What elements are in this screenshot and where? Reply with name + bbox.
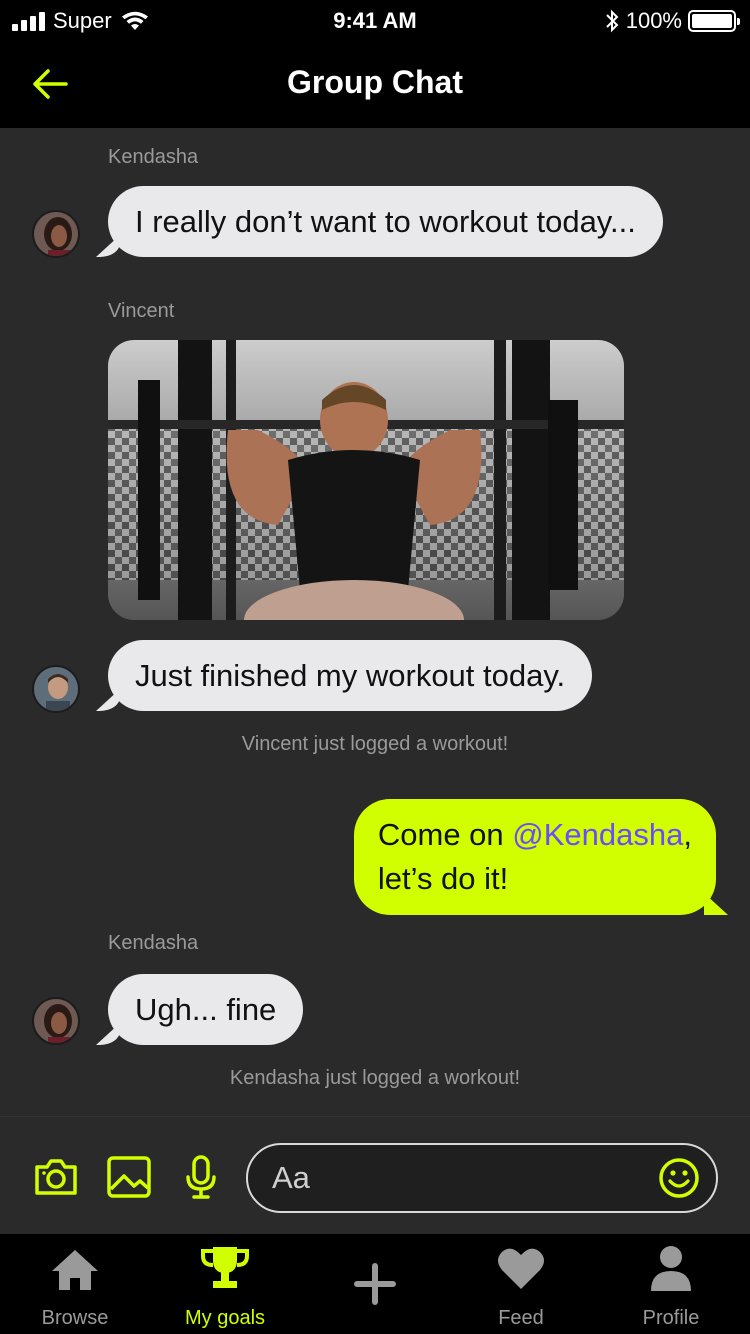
bluetooth-icon — [606, 9, 619, 33]
plus-icon — [354, 1263, 396, 1305]
back-arrow-icon[interactable] — [28, 62, 72, 106]
message-input-container — [246, 1143, 718, 1213]
message-bubble[interactable]: I really don’t want to workout today... — [108, 186, 663, 257]
message-text: , — [683, 817, 692, 852]
sender-name: Kendasha — [108, 146, 199, 168]
message-bubble[interactable]: Just finished my workout today. — [108, 640, 593, 711]
tab-my-goals[interactable]: My goals — [150, 1234, 300, 1334]
sender-name: Vincent — [108, 300, 175, 322]
tab-profile[interactable]: Profile — [596, 1234, 746, 1334]
message-text: let’s do it! — [377, 861, 509, 897]
message-text: Ugh... fine — [135, 991, 277, 1027]
emoji-icon[interactable] — [658, 1157, 700, 1199]
avatar-kendasha[interactable] — [32, 997, 80, 1045]
tab-label: My goals — [184, 1307, 266, 1329]
battery-icon — [688, 10, 740, 32]
message-input[interactable] — [272, 1153, 652, 1203]
sender-name: Kendasha — [108, 932, 199, 954]
message-composer — [0, 1116, 750, 1234]
home-icon — [52, 1250, 98, 1290]
tab-feed[interactable]: Feed — [446, 1234, 596, 1334]
mention-link[interactable]: @Kendasha — [512, 817, 683, 852]
avatar-vincent[interactable] — [32, 665, 80, 713]
outgoing-message-bubble[interactable]: Come on @Kendasha, let’s do it! — [353, 799, 716, 916]
microphone-icon[interactable] — [178, 1155, 224, 1199]
camera-icon[interactable] — [33, 1155, 79, 1199]
page-title: Group Chat — [287, 64, 463, 100]
battery-percent: 100% — [625, 8, 682, 33]
message-text: I really don’t want to workout today... — [135, 203, 636, 239]
system-notification: Vincent just logged a workout! — [241, 733, 509, 755]
message-bubble[interactable]: Ugh... fine — [108, 974, 304, 1045]
avatar-kendasha[interactable] — [32, 210, 80, 258]
workout-photo-image — [108, 340, 624, 620]
person-icon — [651, 1246, 691, 1291]
system-notification: Kendasha just logged a workout! — [229, 1067, 521, 1089]
tab-bar: Browse My goals Feed Profile — [0, 1234, 750, 1334]
tab-add[interactable] — [300, 1234, 450, 1334]
heart-icon — [498, 1248, 544, 1289]
tab-label: Profile — [642, 1307, 700, 1329]
nav-header: Group Chat — [0, 40, 750, 128]
message-photo[interactable] — [108, 340, 624, 620]
trophy-icon — [201, 1247, 249, 1288]
tab-label: Feed — [498, 1307, 544, 1329]
image-icon[interactable] — [106, 1155, 152, 1199]
status-right: 100% — [604, 8, 740, 34]
tab-label: Browse — [41, 1307, 109, 1329]
message-text: Just finished my workout today. — [135, 657, 566, 693]
message-text: Come on — [377, 817, 513, 852]
chat-thread[interactable]: Kendasha I really don’t want to workout … — [0, 128, 750, 1116]
status-bar: Super 9:41 AM 100% — [0, 0, 750, 40]
tab-browse[interactable]: Browse — [0, 1234, 150, 1334]
